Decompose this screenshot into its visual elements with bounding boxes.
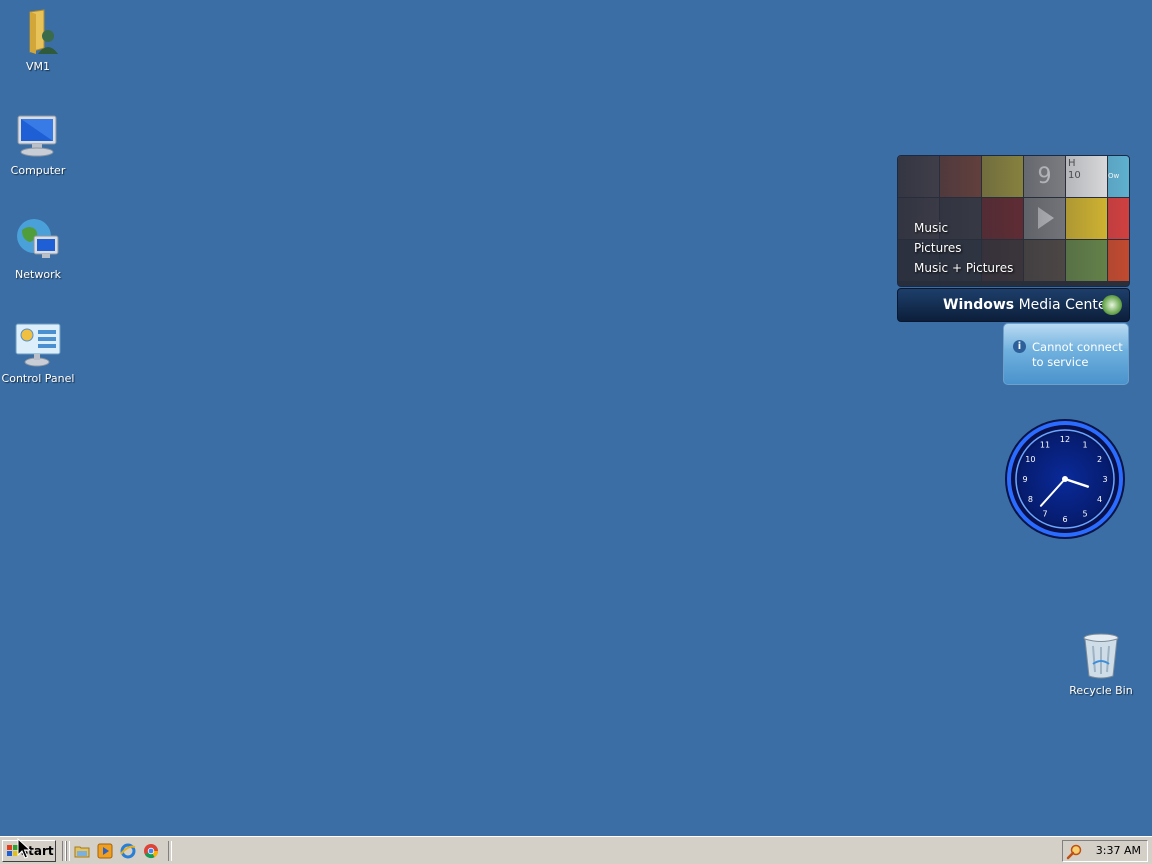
- clock-number: 7: [1042, 510, 1047, 519]
- user-folder-icon: [14, 8, 62, 56]
- taskbar-separator: [66, 841, 70, 861]
- taskbar-separator: [168, 841, 172, 861]
- search-icon[interactable]: [1066, 844, 1082, 860]
- computer-icon: [14, 112, 62, 160]
- clock-number: 12: [1060, 435, 1070, 444]
- media-center-gadget[interactable]: 9 H 10 Ow Music Pictures Music + Picture…: [897, 155, 1130, 323]
- desktop-icon-recycle-bin[interactable]: Recycle Bin: [1063, 632, 1139, 697]
- recycle-bin-icon: [1077, 632, 1125, 680]
- clock-number: 8: [1028, 495, 1033, 504]
- service-status-gadget[interactable]: i Cannot connect to service: [1003, 323, 1129, 385]
- clock-number: 11: [1040, 440, 1050, 449]
- media-menu: Music Pictures Music + Pictures: [914, 218, 1013, 278]
- desktop-icon-label: Network: [15, 268, 61, 281]
- service-error-message: Cannot connect to service: [1032, 340, 1123, 369]
- clock-number: 1: [1082, 440, 1087, 449]
- internet-explorer-icon[interactable]: [120, 843, 136, 859]
- media-center-launch-bar[interactable]: Windows Media Center: [897, 288, 1130, 322]
- desktop-icon-network[interactable]: Network: [0, 216, 76, 281]
- clock-number: 9: [1022, 475, 1027, 484]
- title-rest: Media Center: [1014, 297, 1113, 313]
- menu-item-music[interactable]: Music: [914, 218, 1013, 238]
- info-icon: i: [1013, 340, 1026, 353]
- clock-gadget[interactable]: 12 1 2 3 4 5 6 7 8 9 10 11: [1003, 417, 1127, 541]
- windows-logo-icon: [1102, 295, 1122, 315]
- menu-item-pictures[interactable]: Pictures: [914, 238, 1013, 258]
- desktop-icon-label: Recycle Bin: [1069, 684, 1133, 697]
- clock-number: 3: [1102, 475, 1107, 484]
- desktop-icon-label: Computer: [10, 164, 66, 177]
- mouse-cursor-icon: [17, 838, 32, 859]
- desktop-icon-label: VM1: [25, 60, 50, 73]
- desktop-icon-vm1[interactable]: VM1: [0, 8, 76, 73]
- chrome-icon[interactable]: [143, 843, 159, 859]
- title-bold: Windows: [943, 297, 1015, 313]
- media-center-title: Windows Media Center: [943, 289, 1112, 321]
- clock-number: 10: [1025, 455, 1035, 464]
- desktop-icon-computer[interactable]: Computer: [0, 112, 76, 177]
- clock-number: 4: [1097, 495, 1102, 504]
- clock-number: 6: [1062, 515, 1067, 524]
- desktop-icon-control-panel[interactable]: Control Panel: [0, 320, 76, 385]
- taskbar-clock[interactable]: 3:37 AM: [1096, 841, 1141, 861]
- desktop-icon-label: Control Panel: [1, 372, 75, 385]
- media-tiles[interactable]: 9 H 10 Ow Music Pictures Music + Picture…: [897, 155, 1130, 287]
- clock-face: 121234567891011: [1005, 419, 1125, 539]
- network-icon: [14, 216, 62, 264]
- explorer-icon[interactable]: [74, 843, 90, 859]
- taskbar: start 3:37 AM: [0, 836, 1152, 864]
- control-panel-icon: [14, 320, 62, 368]
- media-player-icon[interactable]: [97, 843, 113, 859]
- system-tray: 3:37 AM: [1062, 840, 1148, 862]
- clock-number: 2: [1097, 455, 1102, 464]
- menu-item-music-pictures[interactable]: Music + Pictures: [914, 258, 1013, 278]
- clock-number: 5: [1082, 510, 1087, 519]
